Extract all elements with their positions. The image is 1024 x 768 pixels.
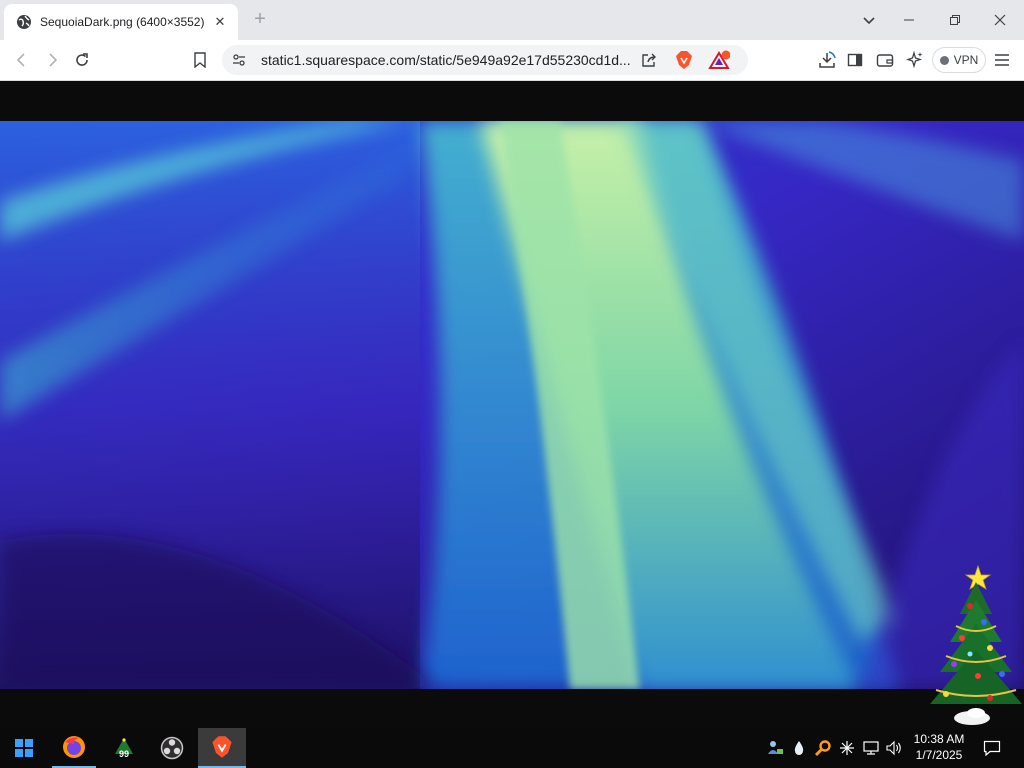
volume-tray-icon[interactable] bbox=[885, 738, 903, 758]
leo-ai-icon[interactable] bbox=[903, 48, 927, 72]
taskbar-clock[interactable]: 10:38 AM 1/7/2025 bbox=[906, 731, 972, 763]
windows-logo-icon bbox=[15, 739, 33, 757]
menu-icon[interactable] bbox=[990, 48, 1014, 72]
url-text: static1.squarespace.com/static/5e949a92e… bbox=[261, 52, 631, 68]
wallet-icon[interactable] bbox=[873, 48, 897, 72]
vpn-label: VPN bbox=[953, 53, 979, 67]
brave-rewards-icon[interactable] bbox=[707, 48, 731, 72]
clock-date: 1/7/2025 bbox=[915, 748, 963, 762]
firefox-icon bbox=[63, 736, 85, 758]
tab-title: SequoiaDark.png (6400×3552) bbox=[40, 15, 205, 29]
tab-active[interactable]: SequoiaDark.png (6400×3552) ✕ bbox=[4, 4, 238, 40]
sequoia-wallpaper-image[interactable] bbox=[0, 121, 1024, 689]
network-tray-icon[interactable] bbox=[862, 738, 880, 758]
tab-search-icon[interactable] bbox=[857, 8, 881, 32]
download-icon[interactable] bbox=[815, 48, 839, 72]
bookmark-icon[interactable] bbox=[188, 48, 212, 72]
clock-time: 10:38 AM bbox=[913, 732, 965, 746]
site-settings-icon[interactable] bbox=[227, 48, 251, 72]
taskbar-firefox[interactable] bbox=[52, 728, 96, 768]
forward-icon[interactable] bbox=[40, 48, 64, 72]
browser-window: SequoiaDark.png (6400×3552) ✕ + static1.… bbox=[0, 0, 1024, 728]
taskbar-brave[interactable] bbox=[198, 728, 246, 768]
restore-button[interactable] bbox=[943, 8, 967, 32]
globe-icon bbox=[16, 14, 32, 30]
vpn-status-icon bbox=[939, 55, 949, 65]
taskbar-tree-app[interactable]: 99 bbox=[100, 728, 148, 768]
notifications-icon[interactable] bbox=[982, 738, 1002, 758]
tab-strip: SequoiaDark.png (6400×3552) ✕ + bbox=[0, 0, 1024, 40]
sidebar-icon[interactable] bbox=[843, 48, 867, 72]
obs-icon bbox=[160, 736, 184, 760]
vpn-button[interactable]: VPN bbox=[932, 47, 986, 73]
tab-close-icon[interactable]: ✕ bbox=[212, 14, 228, 30]
snowflake-tray-icon[interactable] bbox=[838, 738, 856, 758]
network-user-tray-icon[interactable] bbox=[766, 738, 784, 758]
taskbar-obs[interactable] bbox=[150, 728, 194, 768]
share-icon[interactable] bbox=[637, 48, 661, 72]
brave-icon bbox=[212, 736, 232, 758]
new-tab-button[interactable]: + bbox=[250, 9, 270, 29]
search-tray-icon[interactable] bbox=[814, 738, 832, 758]
start-button[interactable] bbox=[0, 728, 48, 768]
reload-icon[interactable] bbox=[70, 48, 94, 72]
taskbar-badge-99: 99 bbox=[118, 748, 129, 759]
droplet-tray-icon[interactable] bbox=[790, 738, 808, 758]
brave-shields-icon[interactable] bbox=[672, 48, 696, 72]
close-window-button[interactable] bbox=[988, 8, 1012, 32]
minimize-button[interactable] bbox=[897, 8, 921, 32]
back-icon[interactable] bbox=[10, 48, 34, 72]
christmas-tree-decoration bbox=[930, 564, 1022, 725]
